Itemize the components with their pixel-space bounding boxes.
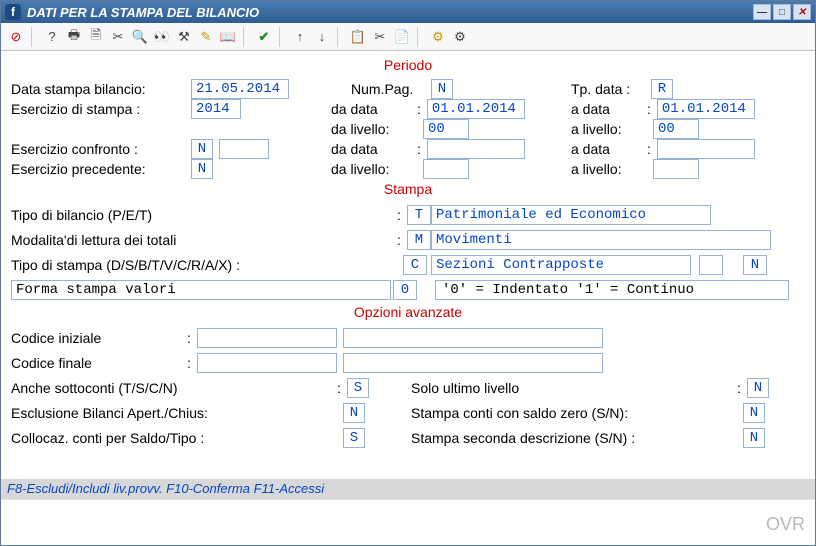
anche-sottoconti-label: Anche sottoconti (T/S/C/N)	[11, 380, 331, 396]
new-doc-icon[interactable]: 🗎	[87, 27, 105, 47]
statusbar-hint: F8-Escludi/Includi liv.provv. F10-Confer…	[1, 479, 815, 499]
tipo-bilancio-desc: Patrimoniale ed Economico	[431, 205, 711, 225]
cancel-icon[interactable]: ⊘	[7, 27, 25, 47]
esercizio-precedente-label: Esercizio precedente:	[11, 161, 191, 177]
ovr-indicator: OVR	[766, 514, 805, 535]
num-pag-field[interactable]: N	[431, 79, 453, 99]
tp-data-label: Tp. data :	[571, 81, 651, 97]
esclusione-label: Esclusione Bilanci Apert./Chius:	[11, 405, 331, 421]
num-pag-label: Num.Pag.	[351, 81, 431, 97]
conf-da-data-label: da data	[331, 141, 411, 157]
codice-finale-desc	[343, 353, 603, 373]
esercizio-precedente-field[interactable]: N	[191, 159, 213, 179]
codice-iniziale-label: Codice iniziale	[11, 330, 181, 346]
section-periodo: Periodo	[11, 57, 805, 73]
app-icon: f	[5, 4, 21, 20]
esercizio-stampa-field[interactable]: 2014	[191, 99, 241, 119]
tool-icon[interactable]: ⚒	[175, 27, 193, 47]
forma-stampa-field[interactable]: 0	[393, 280, 417, 300]
gear-icon[interactable]: ⚙	[429, 27, 447, 47]
da-livello-label: da livello:	[331, 121, 411, 137]
modalita-label: Modalita'di lettura dei totali	[11, 232, 391, 248]
binoculars-icon[interactable]: 👀	[153, 27, 171, 47]
codice-iniziale-field[interactable]	[197, 328, 337, 348]
titlebar: f DATI PER LA STAMPA DEL BILANCIO — □ ✕	[1, 1, 815, 23]
confirm-icon[interactable]: ✔	[255, 27, 273, 47]
section-avanzate: Opzioni avanzate	[11, 304, 805, 320]
solo-ultimo-field[interactable]: N	[747, 378, 769, 398]
tipo-bilancio-label: Tipo di bilancio (P/E/T)	[11, 207, 391, 223]
delete-icon[interactable]: ✂	[109, 27, 127, 47]
conf-a-data-label: a data	[571, 141, 641, 157]
prec-a-livello-label: a livello:	[571, 161, 641, 177]
print-icon[interactable]: 🖶	[65, 27, 83, 47]
saldo-zero-label: Stampa conti con saldo zero (S/N):	[411, 405, 731, 421]
minimize-button[interactable]: —	[753, 4, 771, 20]
tipo-bilancio-field[interactable]: T	[407, 205, 431, 225]
wand-icon[interactable]: ✎	[197, 27, 215, 47]
separator	[417, 27, 423, 47]
form-content: Periodo Data stampa bilancio: 21.05.2014…	[1, 51, 815, 479]
codice-finale-field[interactable]	[197, 353, 337, 373]
esercizio-stampa-label: Esercizio di stampa :	[11, 101, 191, 117]
codice-finale-label: Codice finale	[11, 355, 181, 371]
conf-a-data-field[interactable]	[657, 139, 755, 159]
maximize-button[interactable]: □	[773, 4, 791, 20]
collocaz-field[interactable]: S	[343, 428, 365, 448]
data-stampa-bilancio-label: Data stampa bilancio:	[11, 81, 191, 97]
prec-da-livello-field[interactable]	[423, 159, 469, 179]
solo-ultimo-label: Solo ultimo livello	[411, 380, 731, 396]
esercizio-confronto-field[interactable]: N	[191, 139, 213, 159]
tipo-stampa-field[interactable]: C	[403, 255, 427, 275]
prec-a-livello-field[interactable]	[653, 159, 699, 179]
a-livello-label: a livello:	[571, 121, 641, 137]
window-title: DATI PER LA STAMPA DEL BILANCIO	[27, 5, 259, 20]
saldo-zero-field[interactable]: N	[743, 403, 765, 423]
tipo-stampa-label: Tipo di stampa (D/S/B/T/V/C/R/A/X) :	[11, 257, 391, 273]
tp-data-field[interactable]: R	[651, 79, 673, 99]
copy-icon[interactable]: 📋	[349, 27, 367, 47]
esercizio-confronto-label: Esercizio confronto :	[11, 141, 191, 157]
tipo-stampa-extra2-field[interactable]: N	[743, 255, 767, 275]
modalita-desc: Movimenti	[431, 230, 771, 250]
modalita-field[interactable]: M	[407, 230, 431, 250]
a-livello-field[interactable]: 00	[653, 119, 699, 139]
help-icon[interactable]: ?	[43, 27, 61, 47]
bottombar: OVR	[1, 499, 815, 545]
seconda-desc-field[interactable]: N	[743, 428, 765, 448]
prec-da-livello-label: da livello:	[331, 161, 411, 177]
tipo-stampa-desc: Sezioni Contrapposte	[431, 255, 691, 275]
cut-icon[interactable]: ✂	[371, 27, 389, 47]
down-icon[interactable]: ↓	[313, 27, 331, 47]
forma-stampa-label: Forma stampa valori	[11, 280, 391, 300]
conf-da-data-field[interactable]	[427, 139, 525, 159]
gear-icon[interactable]: ⚙	[451, 27, 469, 47]
esclusione-field[interactable]: N	[343, 403, 365, 423]
paste-icon[interactable]: 📄	[393, 27, 411, 47]
a-data-label: a data	[571, 101, 641, 117]
separator	[31, 27, 37, 47]
a-data-field[interactable]: 01.01.2014	[657, 99, 755, 119]
search-icon[interactable]: 🔍	[131, 27, 149, 47]
forma-stampa-hint: '0' = Indentato '1' = Continuo	[435, 280, 789, 300]
separator	[243, 27, 249, 47]
collocaz-label: Collocaz. conti per Saldo/Tipo :	[11, 430, 331, 446]
codice-iniziale-desc	[343, 328, 603, 348]
da-data-label: da data	[331, 101, 411, 117]
separator	[337, 27, 343, 47]
separator	[279, 27, 285, 47]
da-livello-field[interactable]: 00	[423, 119, 469, 139]
tipo-stampa-extra1-field[interactable]	[699, 255, 723, 275]
up-icon[interactable]: ↑	[291, 27, 309, 47]
section-stampa: Stampa	[11, 181, 805, 197]
close-button[interactable]: ✕	[793, 4, 811, 20]
anche-sottoconti-field[interactable]: S	[347, 378, 369, 398]
data-stampa-bilancio-field[interactable]: 21.05.2014	[191, 79, 289, 99]
toolbar: ⊘ ? 🖶 🗎 ✂ 🔍 👀 ⚒ ✎ 📖 ✔ ↑ ↓ 📋 ✂ 📄 ⚙ ⚙	[1, 23, 815, 51]
book-icon[interactable]: 📖	[219, 27, 237, 47]
da-data-field[interactable]: 01.01.2014	[427, 99, 525, 119]
seconda-desc-label: Stampa seconda descrizione (S/N) :	[411, 430, 731, 446]
esercizio-confronto-anno-field[interactable]	[219, 139, 269, 159]
